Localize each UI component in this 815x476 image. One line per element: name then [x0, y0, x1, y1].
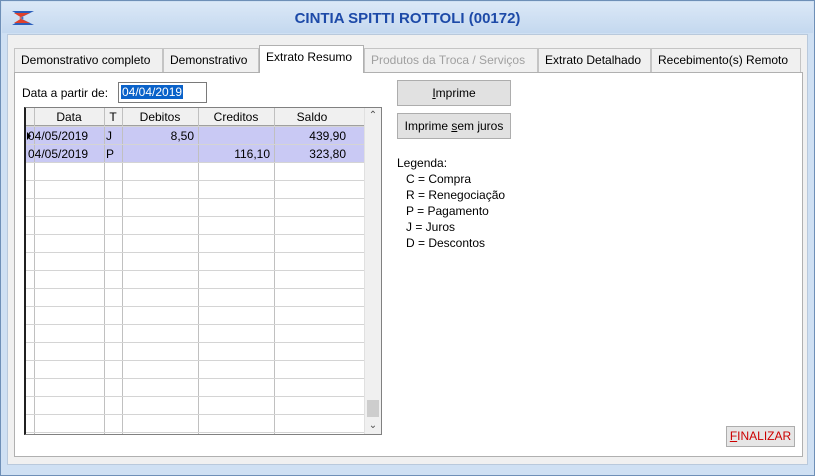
- imprime-button[interactable]: Imprime: [397, 80, 511, 106]
- cell-data: 04/05/2019: [28, 129, 89, 143]
- date-filter-value: 04/04/2019: [121, 85, 184, 99]
- grid-row-line: [26, 180, 366, 181]
- extrato-resumo-panel: Data a partir de: 04/04/2019 Data T Debi…: [14, 72, 803, 457]
- grid-column-line: [122, 108, 123, 434]
- grid-row-line: [26, 288, 366, 289]
- grid-row-line: [26, 360, 366, 361]
- cell-data: 04/05/2019: [28, 147, 89, 161]
- date-filter-label: Data a partir de:: [22, 86, 109, 100]
- grid-row-line: [26, 396, 366, 397]
- client-area: Demonstrativo completo Demonstrativo Ext…: [7, 34, 808, 465]
- grid-row-line: [26, 342, 366, 343]
- cell-t: P: [106, 147, 115, 161]
- grid-row-line: [26, 378, 366, 379]
- legend-item-renegociacao: R = Renegociação: [406, 188, 506, 202]
- cell-creditos: 116,10: [234, 147, 270, 161]
- column-header-debitos[interactable]: Debitos: [122, 108, 198, 126]
- title-bar: CINTIA SPITTI ROTTOLI (00172): [2, 2, 813, 33]
- scroll-up-icon[interactable]: ⌃: [365, 108, 381, 124]
- grid-column-line: [274, 108, 275, 434]
- extrato-grid[interactable]: Data T Debitos Creditos Saldo 04/05/2019…: [24, 107, 382, 435]
- grid-row-line: [26, 198, 366, 199]
- grid-row-line: [26, 216, 366, 217]
- table-row[interactable]: 04/05/2019 J 8,50 439,90: [26, 127, 366, 145]
- scroll-down-icon[interactable]: ⌄: [365, 418, 381, 434]
- window-title: CINTIA SPITTI ROTTOLI (00172): [294, 10, 521, 27]
- grid-row-line: [26, 324, 366, 325]
- grid-row-line: [26, 306, 366, 307]
- grid-row-line: [26, 414, 366, 415]
- date-filter-input[interactable]: 04/04/2019: [118, 82, 207, 103]
- main-window: CINTIA SPITTI ROTTOLI (00172) Demonstrat…: [0, 0, 815, 476]
- legend-item-juros: J = Juros: [406, 220, 456, 234]
- finalizar-button[interactable]: FINALIZAR: [726, 426, 795, 447]
- column-header-t[interactable]: T: [104, 108, 122, 126]
- legend-item-compra: C = Compra: [406, 172, 472, 186]
- grid-row-line: [26, 270, 366, 271]
- column-header-data[interactable]: Data: [34, 108, 104, 126]
- cell-creditos: [198, 127, 270, 145]
- grid-row-line: [26, 144, 366, 145]
- cell-saldo: 439,90: [309, 129, 346, 143]
- cell-debitos: [122, 145, 194, 163]
- grid-column-line: [104, 108, 105, 434]
- scroll-thumb[interactable]: [367, 400, 379, 417]
- imprime-sem-juros-button[interactable]: Imprime sem juros: [397, 113, 511, 139]
- cell-t: J: [106, 129, 112, 143]
- grid-row-line: [26, 162, 366, 163]
- grid-header: Data T Debitos Creditos Saldo: [26, 108, 366, 126]
- grid-row-line: [26, 432, 366, 433]
- cell-debitos: 8,50: [170, 129, 194, 143]
- legend-item-pagamento: P = Pagamento: [406, 204, 489, 218]
- tab-recebimentos-remoto[interactable]: Recebimento(s) Remoto: [651, 48, 801, 72]
- legend-item-descontos: D = Descontos: [406, 236, 486, 250]
- tab-produtos-troca-servicos: Produtos da Troca / Serviços: [364, 48, 538, 72]
- grid-row-line: [26, 252, 366, 253]
- cell-saldo: 323,80: [309, 147, 346, 161]
- column-header-saldo[interactable]: Saldo: [274, 108, 350, 126]
- column-header-creditos[interactable]: Creditos: [198, 108, 274, 126]
- tab-demonstrativo-completo[interactable]: Demonstrativo completo: [14, 48, 163, 72]
- tab-demonstrativo[interactable]: Demonstrativo: [163, 48, 259, 72]
- legend: Legenda: C = Compra R = Renegociação P =…: [397, 155, 505, 251]
- grid-row-line: [26, 126, 366, 127]
- grid-vertical-scrollbar[interactable]: ⌃ ⌄: [364, 108, 381, 434]
- grid-row-line: [26, 234, 366, 235]
- tab-extrato-resumo[interactable]: Extrato Resumo: [259, 45, 364, 73]
- legend-title: Legenda:: [397, 156, 448, 170]
- grid-column-line: [34, 108, 35, 434]
- grid-column-line: [198, 108, 199, 434]
- table-row[interactable]: 04/05/2019 P 116,10 323,80: [26, 145, 366, 163]
- tab-extrato-detalhado[interactable]: Extrato Detalhado: [538, 48, 651, 72]
